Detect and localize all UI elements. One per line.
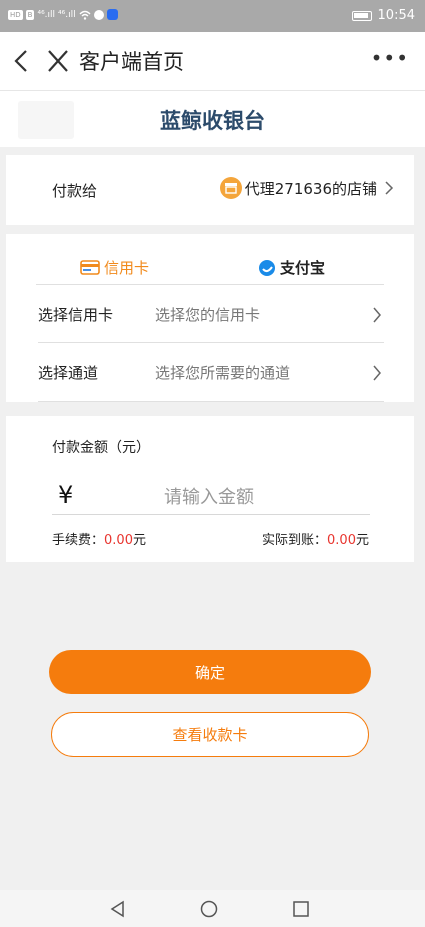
tab-credit-card[interactable]: 信用卡 [80, 257, 149, 278]
payee-card[interactable]: 付款给 代理271636的店铺 [6, 155, 414, 225]
select-channel-label: 选择通道 [38, 364, 99, 382]
brand-header: 蓝鲸收银台 [0, 91, 425, 147]
payment-method-card: 信用卡 支付宝 选择信用卡 选择您的信用卡 选择通道 选择您所需要的通道 [6, 234, 414, 402]
location-icon [106, 9, 118, 20]
select-channel-row[interactable]: 选择通道 选择您所需要的通道 [38, 344, 384, 402]
credit-card-icon [80, 260, 100, 275]
store-name: 代理271636的店铺 [244, 179, 377, 198]
actual-value: 0.00 [327, 533, 356, 548]
select-card-row[interactable]: 选择信用卡 选择您的信用卡 [38, 286, 384, 343]
more-icon[interactable]: ••• [371, 46, 409, 70]
currency-symbol: ¥ [58, 481, 74, 509]
page-title: 客户端首页 [79, 50, 184, 74]
close-icon[interactable] [46, 48, 70, 74]
chevron-right-icon [385, 181, 394, 195]
signal-icon: ⁴⁶.ıll [37, 9, 56, 20]
select-card-label: 选择信用卡 [38, 306, 114, 324]
amount-input[interactable] [162, 482, 366, 512]
amount-label: 付款金额（元） [52, 440, 150, 456]
status-bar: HD B ⁴⁶.ıll ⁴⁶.ıll 10:54 [0, 0, 425, 32]
system-nav-bar [0, 890, 425, 927]
amount-card: 付款金额（元） ¥ 手续费：0.00元 实际到账：0.00元 [6, 416, 414, 562]
store-icon [219, 177, 242, 199]
alipay-icon [259, 259, 275, 276]
tab-alipay[interactable]: 支付宝 [258, 257, 325, 278]
fee-value: 0.00 [104, 533, 133, 548]
status-time: 10:54 [377, 8, 415, 23]
tab-alipay-label: 支付宝 [280, 259, 326, 277]
fee-label: 手续费： [52, 533, 105, 548]
confirm-button[interactable]: 确定 [49, 650, 371, 694]
battery-icon [351, 10, 372, 21]
wifi-icon [79, 10, 91, 20]
fee-info: 手续费：0.00元 [52, 529, 146, 548]
signal-icon-2: ⁴⁶.ıll [58, 9, 76, 20]
view-cards-button[interactable]: 查看收款卡 [51, 712, 369, 757]
tab-credit-card-label: 信用卡 [104, 259, 150, 277]
system-back-icon[interactable] [109, 900, 127, 918]
actual-received-info: 实际到账：0.00元 [262, 529, 369, 548]
payee-label: 付款给 [52, 182, 98, 200]
chevron-right-icon [373, 307, 381, 323]
actual-unit: 元 [355, 533, 369, 548]
back-icon[interactable] [10, 46, 34, 76]
navbar: 客户端首页 ••• [0, 32, 425, 91]
select-channel-placeholder: 选择您所需要的通道 [155, 364, 291, 382]
chevron-right-icon [373, 365, 381, 381]
brand-title: 蓝鲸收银台 [160, 109, 265, 133]
status-left: HD B ⁴⁶.ıll ⁴⁶.ıll [8, 9, 118, 20]
select-card-placeholder: 选择您的信用卡 [155, 306, 261, 324]
system-recent-icon[interactable] [292, 900, 310, 918]
fee-unit: 元 [132, 533, 146, 548]
message-icon [93, 9, 104, 20]
hd-indicator: HD [8, 9, 23, 20]
store-link[interactable]: 代理271636的店铺 [219, 177, 394, 199]
amount-field: ¥ [52, 480, 370, 515]
payment-tabs: 信用卡 支付宝 [36, 234, 384, 285]
actual-label: 实际到账： [262, 533, 328, 548]
status-right: 10:54 [351, 8, 415, 23]
b-indicator: B [25, 9, 35, 20]
system-home-icon[interactable] [200, 900, 218, 918]
